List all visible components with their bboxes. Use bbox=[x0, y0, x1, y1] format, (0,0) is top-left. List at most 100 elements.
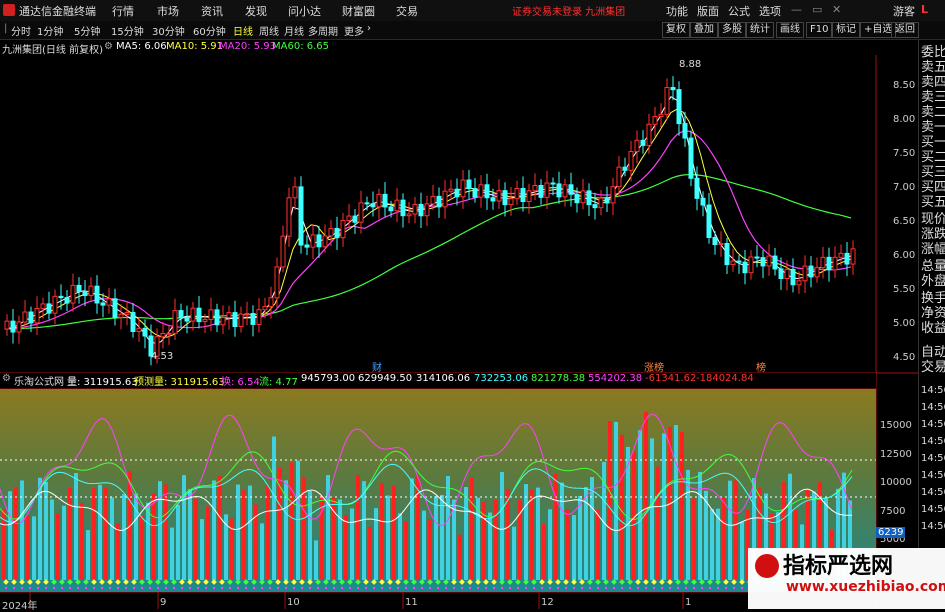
tab-15min[interactable]: 15分钟 bbox=[111, 23, 144, 38]
menu-caifuquan[interactable]: 财富圈 bbox=[342, 3, 375, 19]
signal-dot bbox=[4, 586, 8, 590]
stats-button[interactable]: 统计 bbox=[746, 22, 774, 38]
tab-multi-period[interactable]: 多周期 bbox=[308, 23, 338, 38]
menu-hangqing[interactable]: 行情 bbox=[112, 3, 134, 19]
menu-wenxiaoda[interactable]: 问小达 bbox=[288, 3, 321, 19]
tab-1min[interactable]: 1分钟 bbox=[37, 23, 63, 38]
chart-canvas[interactable] bbox=[0, 40, 918, 609]
candle-body bbox=[436, 195, 442, 208]
panel-label: 外盘 bbox=[921, 274, 945, 289]
candle-body bbox=[766, 255, 772, 267]
level-label: L bbox=[921, 3, 929, 16]
tab-more[interactable]: 更多 bbox=[344, 23, 364, 38]
menu-xuanxiang[interactable]: 选项 bbox=[759, 3, 781, 19]
chevron-right-icon[interactable]: › bbox=[367, 23, 371, 34]
candle-body bbox=[556, 183, 562, 198]
signal-dot bbox=[724, 586, 728, 590]
candle-body bbox=[268, 297, 274, 308]
signal-dot bbox=[740, 586, 744, 590]
overlay-button[interactable]: 叠加 bbox=[690, 22, 718, 38]
menu-zixun[interactable]: 资讯 bbox=[201, 3, 223, 19]
value-1: 945793.00 bbox=[301, 373, 356, 384]
tab-fenshi[interactable]: 分时 bbox=[11, 23, 31, 38]
tab-daily[interactable]: 日线 bbox=[233, 23, 253, 38]
panel-label: 买二 bbox=[921, 150, 945, 165]
panel-label: 买三 bbox=[921, 165, 945, 180]
candle-body bbox=[250, 313, 256, 325]
signal-dot bbox=[316, 586, 320, 590]
menu-faxian[interactable]: 发现 bbox=[245, 3, 267, 19]
login-warning[interactable]: 证券交易未登录 九洲集团 bbox=[512, 3, 625, 18]
signal-dot bbox=[596, 586, 600, 590]
indicator-name[interactable]: 乐淘公式网 bbox=[14, 373, 64, 388]
watermark-banner: 指标严选网 www.xuezhibiao.com bbox=[748, 548, 945, 609]
auto-trade-label[interactable]: 自动 bbox=[921, 345, 945, 360]
volume-bar bbox=[140, 515, 144, 580]
signal-dot bbox=[484, 586, 488, 590]
menu-jiaoyi[interactable]: 交易 bbox=[396, 3, 418, 19]
close-icon[interactable]: ✕ bbox=[832, 3, 841, 16]
menu-shichang[interactable]: 市场 bbox=[157, 3, 179, 19]
candle-body bbox=[838, 252, 844, 258]
turnover-label: 换: 6.54 bbox=[221, 377, 260, 388]
volume-bar bbox=[242, 490, 246, 580]
high-price-label: 8.88 bbox=[679, 59, 702, 70]
tab-60min[interactable]: 60分钟 bbox=[193, 23, 226, 38]
candle-body bbox=[640, 139, 646, 146]
back-button[interactable]: 返回 bbox=[891, 22, 919, 38]
tab-5min[interactable]: 5分钟 bbox=[74, 23, 100, 38]
volume-bar bbox=[32, 516, 36, 580]
f10-button[interactable]: F10 bbox=[806, 22, 833, 38]
candle-body bbox=[622, 166, 628, 171]
event-marker[interactable]: 财 bbox=[372, 359, 382, 374]
signal-dot bbox=[324, 586, 328, 590]
signal-dot bbox=[220, 586, 224, 590]
event-marker[interactable]: 涨榜 bbox=[644, 359, 664, 374]
volume-bar bbox=[386, 495, 390, 580]
user-label[interactable]: 游客 bbox=[893, 3, 915, 19]
candle-body bbox=[382, 193, 388, 208]
volume-bar bbox=[728, 480, 732, 580]
mark-button[interactable]: 标记 bbox=[832, 22, 860, 38]
tick-time: 14:56 bbox=[921, 436, 945, 447]
volume-bar bbox=[338, 499, 342, 580]
sub-y-tick: 12500 bbox=[880, 449, 912, 460]
panel-label: 收益 bbox=[921, 321, 945, 336]
event-marker[interactable]: 榜 bbox=[756, 359, 766, 374]
restore-icon[interactable]: ▭ bbox=[812, 3, 822, 16]
candle-body bbox=[568, 184, 574, 195]
signal-dot bbox=[12, 586, 16, 590]
gear-icon[interactable]: ⚙ bbox=[2, 373, 11, 384]
auto-trade-label[interactable]: 交易 bbox=[921, 360, 945, 375]
multi-stock-button[interactable]: 多股 bbox=[718, 22, 746, 38]
candle-body bbox=[202, 318, 208, 323]
signal-dot bbox=[644, 586, 648, 590]
signal-dot bbox=[172, 586, 176, 590]
tab-weekly[interactable]: 周线 bbox=[259, 23, 279, 38]
candle-body bbox=[124, 312, 130, 315]
fuquan-button[interactable]: 复权 bbox=[662, 22, 690, 38]
minimize-icon[interactable]: — bbox=[791, 3, 802, 16]
volume-bar bbox=[692, 498, 696, 580]
tab-monthly[interactable]: 月线 bbox=[284, 23, 304, 38]
signal-dot bbox=[116, 586, 120, 590]
tab-30min[interactable]: 30分钟 bbox=[152, 23, 185, 38]
menu-gongneng[interactable]: 功能 bbox=[666, 3, 688, 19]
panel-label: 卖三 bbox=[921, 90, 945, 105]
tick-time: 14:56 bbox=[921, 402, 945, 413]
draw-button[interactable]: 画线 bbox=[776, 22, 804, 38]
signal-dot bbox=[268, 586, 272, 590]
signal-dot bbox=[572, 586, 576, 590]
x-tick: 12 bbox=[541, 597, 554, 608]
volume-bar bbox=[122, 494, 126, 580]
candle-body bbox=[484, 184, 490, 199]
menu-gongshi[interactable]: 公式 bbox=[728, 3, 750, 19]
signal-dot bbox=[540, 586, 544, 590]
volume-bar bbox=[398, 513, 402, 580]
menu-banmian[interactable]: 版面 bbox=[697, 3, 719, 19]
period-toolbar: | 分时 1分钟 5分钟 15分钟 30分钟 60分钟 日线 周线 月线 多周期… bbox=[0, 21, 945, 40]
volume-bar bbox=[350, 508, 354, 580]
watermark-title: 指标严选网 bbox=[783, 554, 894, 579]
volume-bar bbox=[674, 425, 678, 580]
candle-body bbox=[706, 204, 712, 238]
